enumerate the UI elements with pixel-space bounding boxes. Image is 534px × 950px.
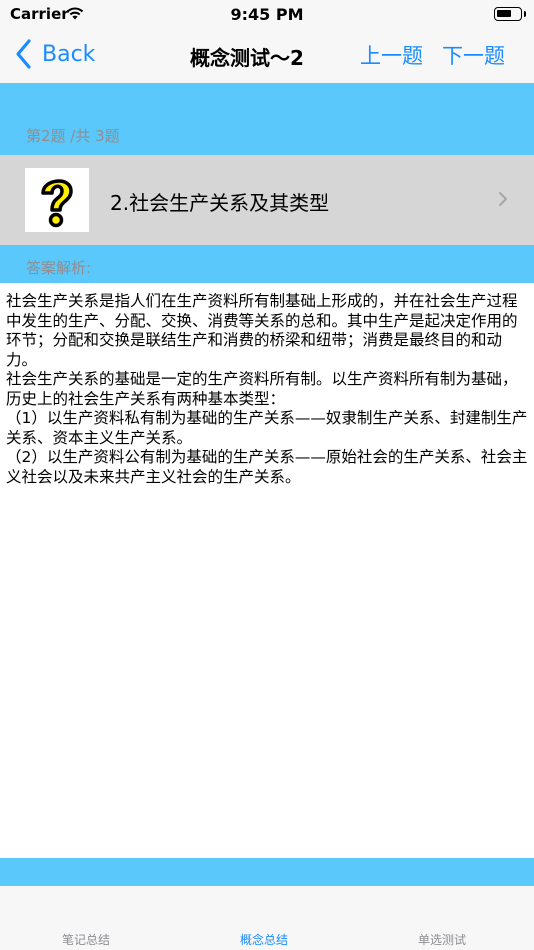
answer-header: 答案解析: <box>0 245 534 283</box>
back-button[interactable]: Back <box>14 38 95 70</box>
status-bar: Carrier 9:45 PM <box>0 0 534 28</box>
previous-question-button[interactable]: 上一题 <box>360 40 423 70</box>
clock: 9:45 PM <box>230 5 304 24</box>
battery-icon <box>494 7 526 21</box>
tab-single-choice-test[interactable]: 单选测试 <box>418 931 466 948</box>
question-progress: 第2题 /共 3题 <box>26 127 120 145</box>
question-title: 2.社会生产关系及其类型 <box>110 191 330 215</box>
question-row[interactable]: 2.社会生产关系及其类型 <box>0 155 534 245</box>
tab-concepts-summary[interactable]: 概念总结 <box>240 931 288 948</box>
chevron-right-icon <box>499 192 507 206</box>
question-mark-icon <box>25 168 89 232</box>
answer-text: 社会生产关系是指人们在生产资料所有制基础上形成的，并在社会生产过程中发生的生产、… <box>6 292 528 486</box>
next-question-button[interactable]: 下一题 <box>442 40 505 70</box>
navigation-bar: Back 概念测试～2 上一题 下一题 <box>0 28 534 83</box>
answer-label: 答案解析: <box>26 259 92 277</box>
back-label: Back <box>42 41 96 67</box>
chevron-left-icon <box>16 39 31 69</box>
tab-notes-summary[interactable]: 笔记总结 <box>62 931 110 948</box>
page-title: 概念测试～2 <box>190 46 304 70</box>
bottom-divider <box>0 858 534 886</box>
tab-bar: 笔记总结 概念总结 单选测试 <box>0 886 534 950</box>
question-header: 第2题 /共 3题 <box>0 83 534 155</box>
